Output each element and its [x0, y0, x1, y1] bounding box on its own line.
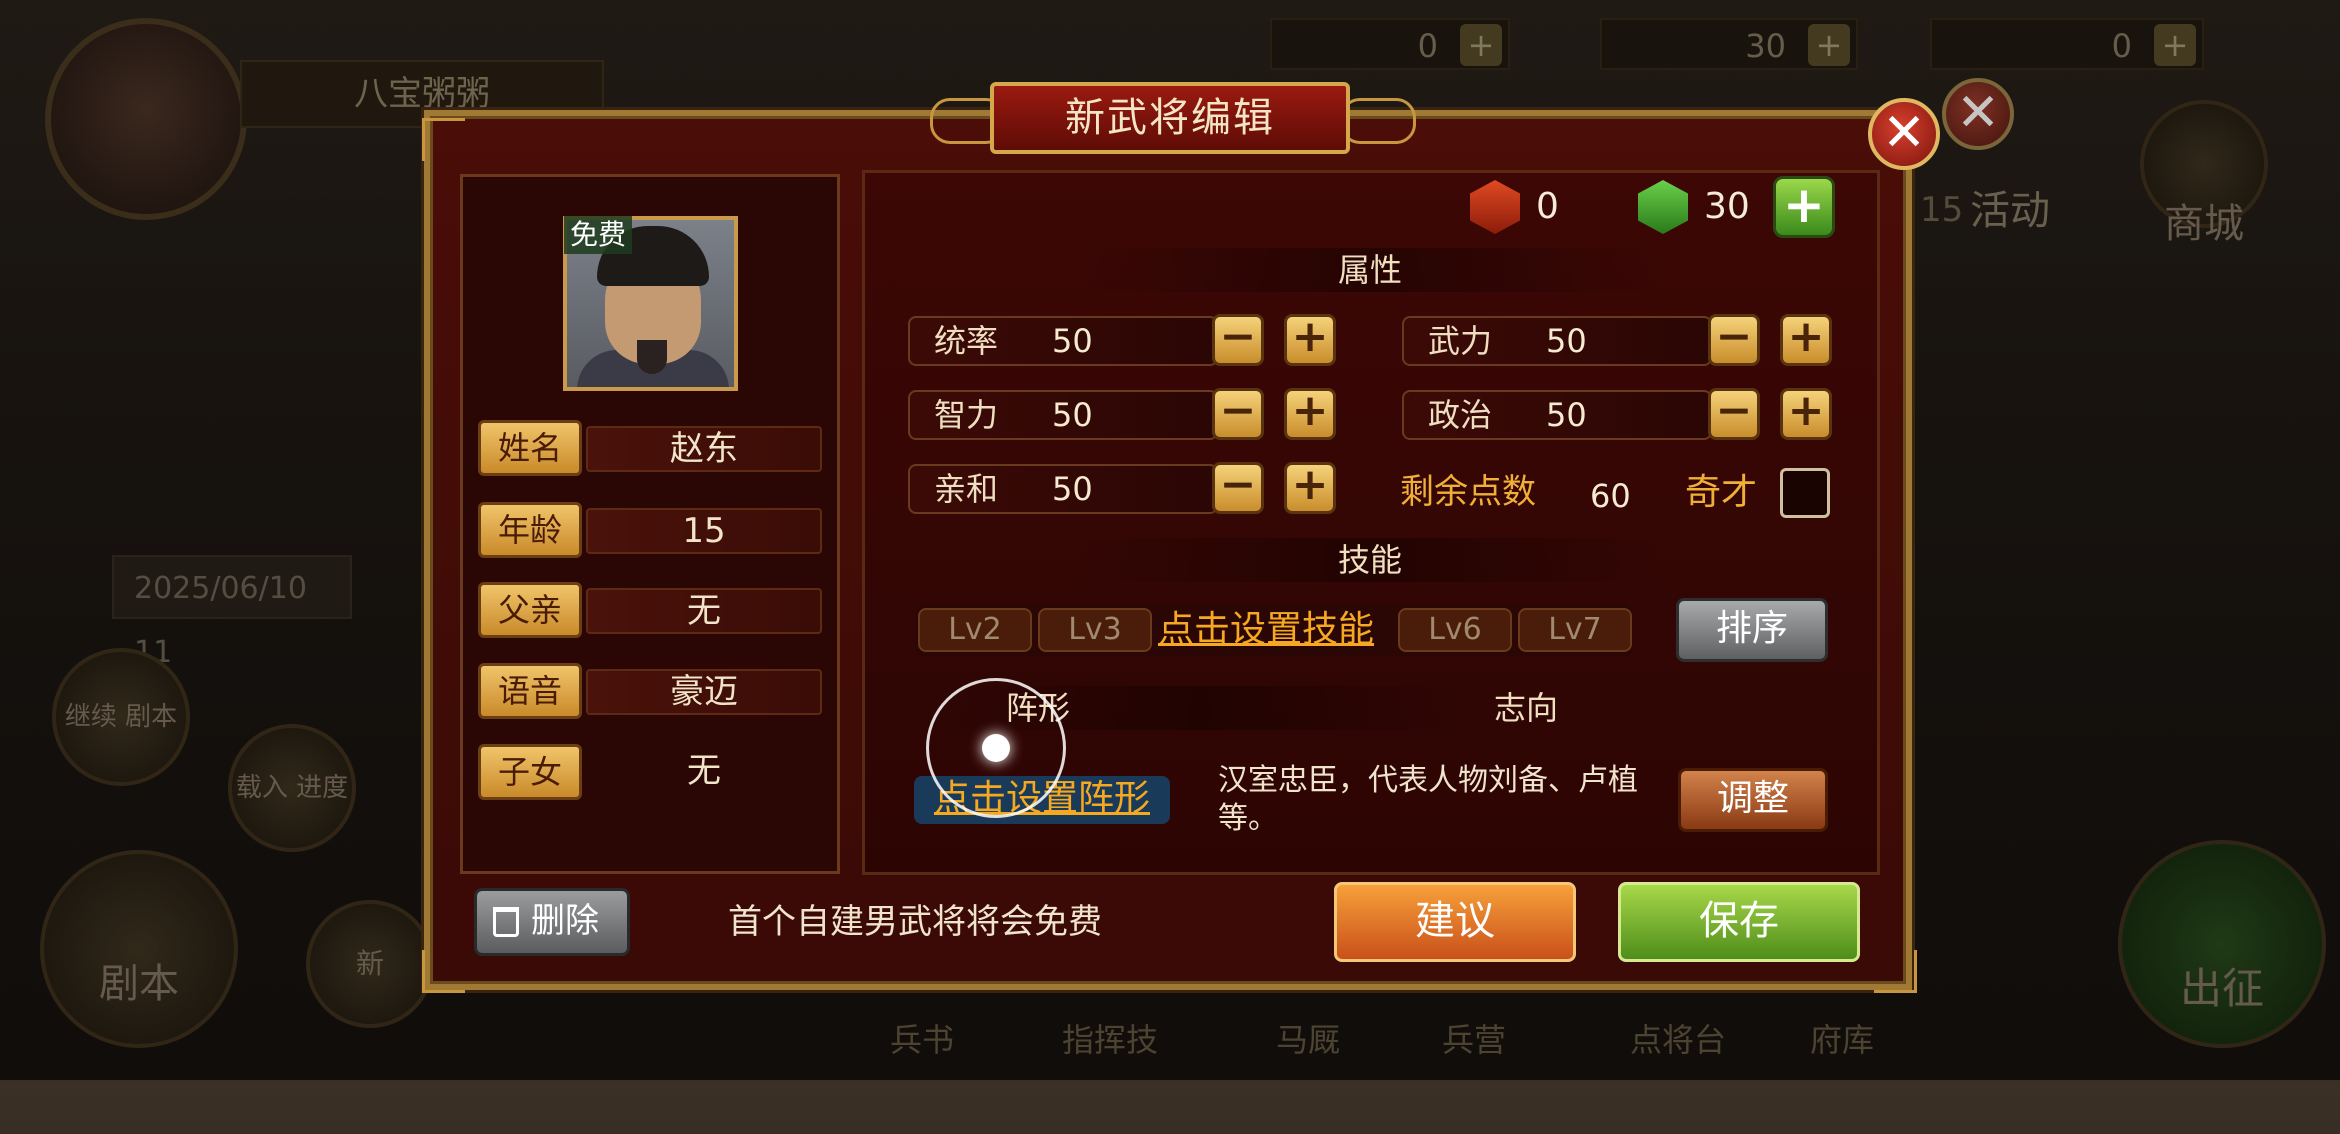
free-badge: 免费 — [564, 216, 633, 254]
back-close-button[interactable]: ✕ — [1942, 78, 2014, 150]
wuli-plus-button[interactable]: + — [1780, 314, 1832, 366]
delete-button[interactable]: 删除 — [474, 888, 630, 956]
stat-name: 武力 — [1428, 322, 1493, 360]
genius-checkbox[interactable] — [1780, 468, 1830, 518]
sort-button[interactable]: 排序 — [1676, 598, 1828, 662]
qinhe-plus-button[interactable]: + — [1284, 462, 1336, 514]
stat-value: 50 — [1052, 322, 1093, 360]
touch-indicator-dot — [982, 734, 1010, 762]
skills-heading: 技能 — [1080, 538, 1660, 582]
stat-name: 政治 — [1428, 396, 1493, 434]
voice-button[interactable]: 语音 — [478, 663, 582, 719]
green-token-count: 30 — [1704, 186, 1750, 227]
ambition-heading: 志向 — [1494, 689, 1559, 727]
skill-slot-lv7[interactable]: Lv7 — [1518, 608, 1632, 652]
stat-qinhe: 亲和 50 — [908, 464, 1218, 514]
tongshuai-plus-button[interactable]: + — [1284, 314, 1336, 366]
stat-value: 50 — [1546, 396, 1587, 434]
ambition-text: 汉室忠臣，代表人物刘备、卢植等。 — [1218, 763, 1638, 836]
zhili-minus-button[interactable]: − — [1212, 388, 1264, 440]
skill-slot-lv6[interactable]: Lv6 — [1398, 608, 1512, 652]
remaining-points-label: 剩余点数 — [1400, 472, 1536, 512]
corner-ornament — [422, 950, 465, 993]
adjust-button[interactable]: 调整 — [1678, 768, 1828, 832]
age-value: 15 — [586, 508, 822, 554]
stat-wuli: 武力 50 — [1402, 316, 1712, 366]
age-button[interactable]: 年龄 — [478, 502, 582, 558]
save-button[interactable]: 保存 — [1618, 882, 1860, 962]
father-value: 无 — [586, 588, 822, 634]
set-skills-link[interactable]: 点击设置技能 — [1158, 606, 1374, 654]
corner-ornament — [1874, 950, 1917, 993]
stat-zhili: 智力 50 — [908, 390, 1218, 440]
close-button[interactable]: ✕ — [1868, 98, 1940, 170]
skill-slot-lv2[interactable]: Lv2 — [918, 608, 1032, 652]
stat-name: 统率 — [934, 322, 999, 360]
zhengzhi-plus-button[interactable]: + — [1780, 388, 1832, 440]
add-currency-button[interactable]: + — [1773, 176, 1835, 238]
dialog-title: 新武将编辑 — [990, 82, 1350, 154]
skill-slot-lv3[interactable]: Lv3 — [1038, 608, 1152, 652]
title-ornament — [1340, 98, 1416, 144]
red-token-count: 0 — [1536, 186, 1559, 227]
qinhe-minus-button[interactable]: − — [1212, 462, 1264, 514]
stat-value: 50 — [1052, 396, 1093, 434]
stat-value: 50 — [1546, 322, 1587, 360]
free-hint-text: 首个自建男武将将会免费 — [728, 902, 1102, 942]
suggest-button[interactable]: 建议 — [1334, 882, 1576, 962]
attributes-heading: 属性 — [1080, 248, 1660, 292]
stat-name: 亲和 — [934, 470, 999, 508]
profile-row-age: 年龄 15 — [478, 502, 822, 558]
zhili-plus-button[interactable]: + — [1284, 388, 1336, 440]
name-value: 赵东 — [586, 426, 822, 472]
corner-ornament — [422, 118, 465, 161]
delete-label: 删除 — [531, 901, 599, 941]
profile-row-voice: 语音 豪迈 — [478, 663, 822, 719]
profile-row-father: 父亲 无 — [478, 582, 822, 638]
stat-name: 智力 — [934, 396, 999, 434]
profile-row-children: 子女 无 — [478, 744, 820, 800]
portrait-beard — [637, 340, 667, 374]
remaining-points-value: 60 — [1590, 477, 1631, 515]
stat-value: 50 — [1052, 470, 1093, 508]
zhengzhi-minus-button[interactable]: − — [1708, 388, 1760, 440]
father-button[interactable]: 父亲 — [478, 582, 582, 638]
children-button[interactable]: 子女 — [478, 744, 582, 800]
tongshuai-minus-button[interactable]: − — [1212, 314, 1264, 366]
wuli-minus-button[interactable]: − — [1708, 314, 1760, 366]
genius-label: 奇才 — [1685, 472, 1758, 513]
stat-tongshuai: 统率 50 — [908, 316, 1218, 366]
children-value: 无 — [687, 751, 721, 791]
profile-row-name: 姓名 赵东 — [478, 420, 822, 476]
stat-zhengzhi: 政治 50 — [1402, 390, 1712, 440]
name-button[interactable]: 姓名 — [478, 420, 582, 476]
voice-value: 豪迈 — [586, 669, 822, 715]
trash-icon — [493, 907, 519, 937]
